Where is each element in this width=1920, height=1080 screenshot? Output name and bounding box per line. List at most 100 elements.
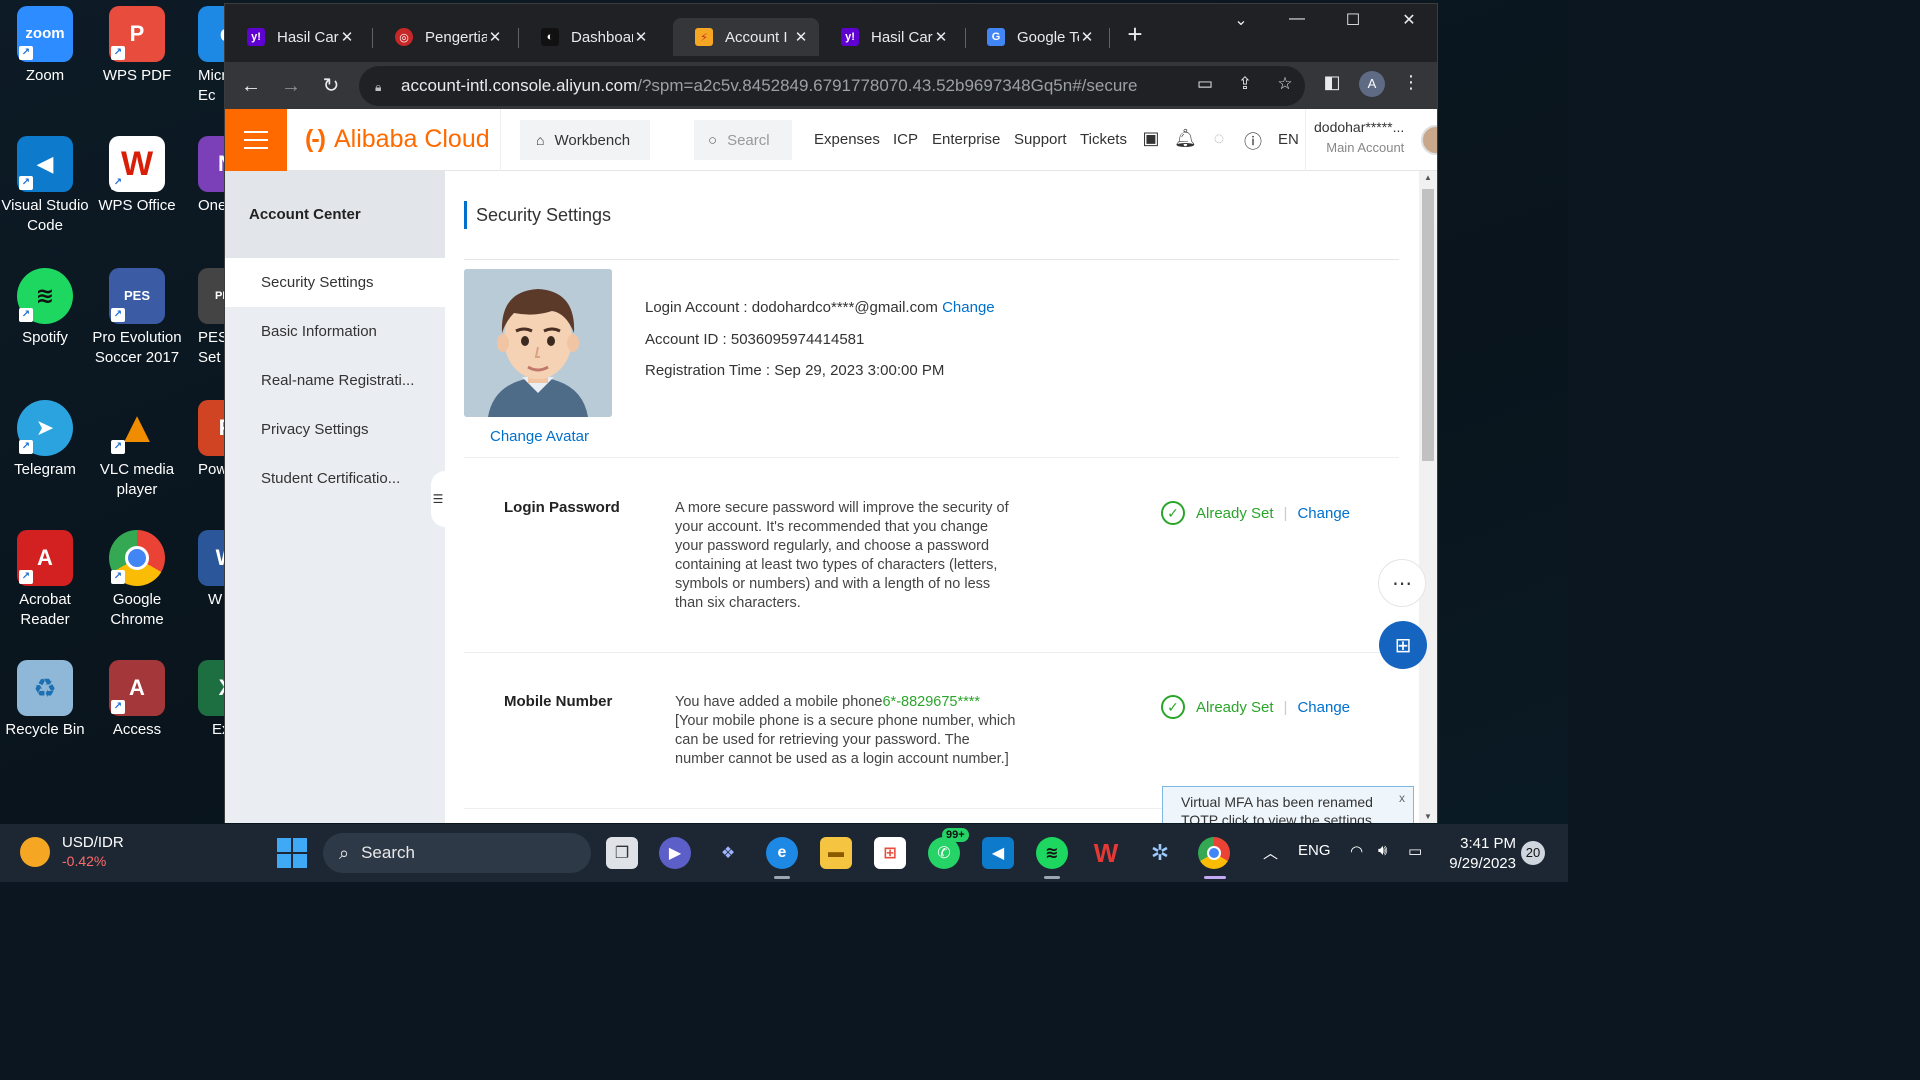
desktop-icon-zoom[interactable]: zoom ↗ Zoom xyxy=(0,6,90,86)
close-window-icon[interactable]: ✕ xyxy=(1389,10,1429,30)
sidebar-item-student-certification[interactable]: Student Certificatio... xyxy=(225,454,445,503)
vscode-icon[interactable]: ◀ xyxy=(982,837,1014,869)
nav-support[interactable]: Support xyxy=(1014,131,1067,148)
profile-avatar[interactable]: A xyxy=(1359,71,1385,97)
brand[interactable]: (-) Alibaba Cloud xyxy=(305,125,490,154)
nav-icp[interactable]: ICP xyxy=(893,131,918,148)
wps-office-icon[interactable]: W xyxy=(1090,837,1122,869)
desktop-icon-telegram[interactable]: ➤ ↗ Telegram xyxy=(0,400,90,480)
whatsapp-icon[interactable]: ✆ 99+ xyxy=(928,828,969,869)
bell-icon[interactable]: 🔔︎ xyxy=(1174,128,1197,149)
language-switch[interactable]: EN xyxy=(1278,131,1299,148)
sidebar-item-privacy-settings[interactable]: Privacy Settings xyxy=(225,405,445,454)
desktop-icon-powerpoint[interactable]: P Powe xyxy=(182,400,224,480)
nav-expenses[interactable]: Expenses xyxy=(814,131,880,148)
wifi-icon[interactable]: ◠ xyxy=(1350,842,1363,860)
tab-hasil-cari-2[interactable]: y! Hasil Cari ✕ xyxy=(819,18,959,56)
meet-icon[interactable]: ▶ xyxy=(659,837,691,869)
scroll-up-icon[interactable]: ▲ xyxy=(1419,173,1437,182)
minimize-icon[interactable]: — xyxy=(1277,10,1317,28)
nav-enterprise[interactable]: Enterprise xyxy=(932,131,1000,148)
close-icon[interactable]: ✕ xyxy=(633,28,649,46)
nav-tickets[interactable]: Tickets xyxy=(1080,131,1127,148)
sidebar-collapse-icon[interactable]: ☰ xyxy=(431,471,445,527)
desktop-icon-pes-settings[interactable]: PES PES Set xyxy=(182,268,224,368)
volume-icon[interactable]: 🔊︎ xyxy=(1378,842,1387,859)
close-icon[interactable]: ✕ xyxy=(487,28,503,46)
kebab-menu-icon[interactable]: ⋮ xyxy=(1397,72,1425,93)
forward-icon[interactable]: → xyxy=(277,72,305,100)
help-icon[interactable]: ⓘ xyxy=(1242,128,1264,154)
desktop-icon-word[interactable]: W W xyxy=(182,530,224,610)
star-icon[interactable]: ☆ xyxy=(1273,74,1297,94)
microsoft-store-icon[interactable]: ⊞ xyxy=(874,837,906,869)
account-menu[interactable]: dodohar*****... Main Account xyxy=(1314,119,1404,155)
address-bar[interactable]: 🔒︎ account-intl.console.aliyun.com/?spm=… xyxy=(359,66,1305,106)
change-password-link[interactable]: Change xyxy=(1297,505,1350,522)
change-avatar-link[interactable]: Change Avatar xyxy=(490,428,589,445)
weather-ticker-widget[interactable]: USD/IDR -0.42% xyxy=(20,834,124,869)
tab-account-active[interactable]: ⚡ Account I ✕ xyxy=(673,18,819,56)
change-mobile-link[interactable]: Change xyxy=(1297,699,1350,716)
desktop-icon-onenote[interactable]: N One xyxy=(182,136,224,216)
sidebar-item-security-settings[interactable]: Security Settings xyxy=(225,258,445,307)
desktop-icon-chrome[interactable]: ↗ Google Chrome xyxy=(92,530,182,630)
side-panel-icon[interactable]: ◧ xyxy=(1318,72,1346,93)
workbench-button[interactable]: ⌂ Workbench xyxy=(520,120,650,160)
scrollbar-thumb[interactable] xyxy=(1422,189,1434,461)
change-login-account-link[interactable]: Change xyxy=(942,299,995,316)
user-avatar[interactable] xyxy=(1421,125,1437,155)
spotify-icon[interactable]: ≋ xyxy=(1036,837,1068,869)
app-icon[interactable]: ❖ xyxy=(712,837,744,869)
desktop-icon-access[interactable]: A ↗ Access xyxy=(92,660,182,740)
reload-icon[interactable]: ↻ xyxy=(317,72,345,100)
chrome-icon[interactable] xyxy=(1198,837,1230,869)
tab-dashboard[interactable]: ◐ Dashboar ✕ xyxy=(519,18,659,56)
mfa-notice-toast[interactable]: Virtual MFA has been renamed TOTP click … xyxy=(1162,786,1414,823)
close-icon[interactable]: ✕ xyxy=(1079,28,1095,46)
edge-icon[interactable]: e xyxy=(766,837,798,869)
hamburger-menu-icon[interactable] xyxy=(225,109,287,171)
desktop-icon-excel[interactable]: X Ex xyxy=(182,660,224,740)
close-icon[interactable]: ✕ xyxy=(793,28,809,46)
taskbar-search[interactable]: ⌕ Search xyxy=(323,833,591,873)
notification-count[interactable]: 20 xyxy=(1521,841,1545,865)
share-icon[interactable]: ⇪ xyxy=(1233,74,1257,94)
tab-hasil-cari-1[interactable]: y! Hasil Cari ✕ xyxy=(225,18,365,56)
console-search-input[interactable]: ○ Searcl xyxy=(694,120,792,160)
tab-search-chevron-icon[interactable]: ⌄ xyxy=(1221,10,1261,30)
desktop-icon-wps-office[interactable]: W ↗ WPS Office xyxy=(92,136,182,216)
tab-pengertian[interactable]: ◎ Pengertia ✕ xyxy=(373,18,513,56)
input-language[interactable]: ENG xyxy=(1298,842,1331,859)
file-explorer-icon[interactable]: ▬ xyxy=(820,837,852,869)
close-icon[interactable]: x xyxy=(1399,789,1405,807)
windows-start-icon[interactable] xyxy=(276,837,308,869)
terminal-icon[interactable]: ▣ xyxy=(1140,128,1162,149)
app-grid-icon[interactable]: ⊞ xyxy=(1379,621,1427,669)
desktop-icon-recycle-bin[interactable]: ♻ Recycle Bin xyxy=(0,660,90,740)
desktop-icon-spotify[interactable]: ≋ ↗ Spotify xyxy=(0,268,90,348)
desktop-icon-vscode[interactable]: ◀ ↗ Visual Studio Code xyxy=(0,136,90,236)
card-icon[interactable]: ▭ xyxy=(1193,74,1217,94)
battery-icon[interactable]: ▭ xyxy=(1408,842,1422,860)
desktop-icon-edge[interactable]: e Micr Ec xyxy=(182,6,224,106)
new-tab-icon[interactable]: + xyxy=(1121,20,1149,48)
tray-chevron-up-icon[interactable]: ︿ xyxy=(1263,842,1278,863)
close-icon[interactable]: ✕ xyxy=(339,28,355,46)
desktop-icon-wps-pdf[interactable]: P ↗ WPS PDF xyxy=(92,6,182,86)
sidebar-item-basic-information[interactable]: Basic Information xyxy=(225,307,445,356)
desktop-icon-acrobat[interactable]: A ↗ Acrobat Reader xyxy=(0,530,90,630)
tab-google-translate[interactable]: G Google Te ✕ xyxy=(965,18,1105,56)
app-icon[interactable]: ✲ xyxy=(1144,837,1176,869)
back-icon[interactable]: ← xyxy=(237,72,265,100)
lightbulb-icon[interactable]: ◌ xyxy=(1208,128,1230,149)
page-scrollbar[interactable]: ▲ ▼ xyxy=(1419,171,1437,823)
scroll-down-icon[interactable]: ▼ xyxy=(1419,812,1437,821)
desktop-icon-pes[interactable]: PES ↗ Pro Evolution Soccer 2017 xyxy=(92,268,182,368)
maximize-icon[interactable]: ☐ xyxy=(1333,10,1373,30)
chat-feedback-icon[interactable]: ⋯ xyxy=(1378,559,1426,607)
sidebar-item-real-name-registration[interactable]: Real-name Registrati... xyxy=(225,356,445,405)
task-view-icon[interactable]: ❐ xyxy=(606,837,638,869)
system-clock[interactable]: 3:41 PM 9/29/2023 xyxy=(1446,834,1516,874)
close-icon[interactable]: ✕ xyxy=(933,28,949,46)
